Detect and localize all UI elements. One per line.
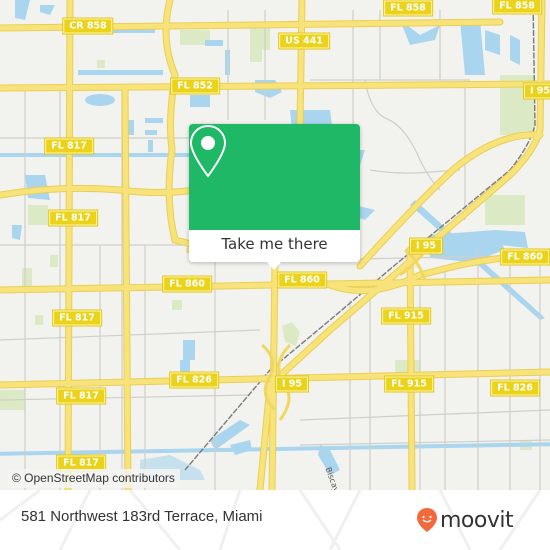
road-shield: FL 826 xyxy=(491,380,539,396)
popup-header xyxy=(189,124,360,230)
road-shield: FL 860 xyxy=(501,249,549,265)
road-shield: FL 858 xyxy=(493,0,541,14)
footer-bar: 581 Northwest 183rd Terrace, Miami moovi… xyxy=(0,490,550,550)
road-shield: FL 817 xyxy=(57,388,105,404)
road-shield: FL 860 xyxy=(278,272,326,288)
road-shield: FL 860 xyxy=(163,276,211,292)
location-popup: Take me there xyxy=(189,124,360,270)
take-me-there-button[interactable]: Take me there xyxy=(189,230,360,262)
road-shield: CR 858 xyxy=(63,18,113,34)
map-view[interactable]: CR 858 FL 858 FL 858 US 441 FL 852 FL 81… xyxy=(0,0,550,490)
road-shield: FL 826 xyxy=(170,372,218,388)
map-attribution[interactable]: © OpenStreetMap contributors xyxy=(8,469,180,488)
road-shield: FL 817 xyxy=(49,210,97,226)
popup-pointer xyxy=(266,261,282,270)
map-pin-icon xyxy=(189,124,227,178)
road-shield: FL 852 xyxy=(171,78,219,94)
road-shield: I 95 xyxy=(523,83,550,99)
road-shield: US 441 xyxy=(279,33,329,49)
road-shield: FL 858 xyxy=(384,0,432,16)
road-shield: FL 817 xyxy=(45,138,93,154)
moovit-wordmark: moovit xyxy=(440,507,514,533)
road-shield: I 95 xyxy=(409,238,443,254)
moovit-logo[interactable]: moovit xyxy=(416,502,514,538)
road-shield: FL 915 xyxy=(382,308,430,324)
road-shield: FL 915 xyxy=(385,376,433,392)
road-shield: I 95 xyxy=(275,376,309,392)
road-shield: FL 817 xyxy=(53,310,101,326)
address-text: 581 Northwest 183rd Terrace, Miami xyxy=(21,508,263,525)
moovit-pin-icon xyxy=(417,508,437,532)
